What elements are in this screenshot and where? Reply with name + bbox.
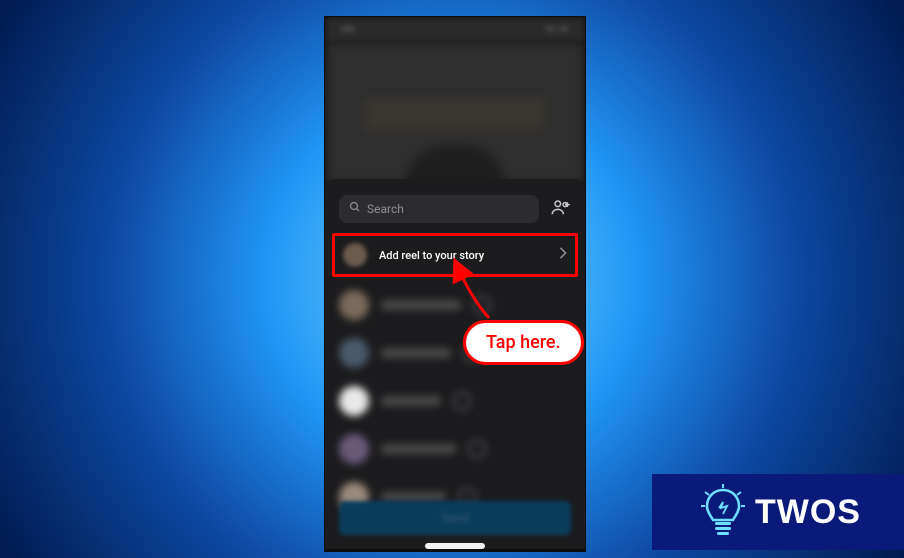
chevron-right-icon — [559, 247, 567, 263]
search-placeholder: Search — [367, 202, 404, 216]
watermark-logo: TWOS — [652, 474, 904, 550]
select-radio[interactable] — [468, 440, 486, 458]
contact-row[interactable] — [339, 377, 571, 425]
reel-preview-blurred — [325, 41, 585, 185]
add-reel-to-story-row[interactable]: Add reel to your story — [329, 233, 581, 277]
contact-name-blurred — [381, 348, 451, 358]
avatar — [339, 434, 369, 464]
avatar — [339, 338, 369, 368]
create-group-icon[interactable] — [551, 199, 571, 219]
status-indicators: •• •• — [546, 23, 569, 36]
watermark-text: TWOS — [755, 493, 861, 532]
contact-name-blurred — [381, 444, 456, 454]
avatar — [339, 386, 369, 416]
contact-name-blurred — [381, 396, 441, 406]
avatar — [339, 290, 369, 320]
send-label: Send — [442, 511, 469, 525]
callout-text: Tap here. — [486, 332, 561, 353]
status-bar: ••• •• •• — [325, 17, 585, 41]
phone-mockup: ••• •• •• Search — [324, 16, 586, 552]
search-row: Search — [325, 189, 585, 233]
status-time: ••• — [341, 23, 355, 36]
lightbulb-icon — [701, 484, 745, 540]
contact-name-blurred — [381, 300, 461, 310]
select-radio[interactable] — [453, 392, 471, 410]
send-button[interactable]: Send — [339, 501, 571, 535]
search-input[interactable]: Search — [339, 195, 539, 223]
search-icon — [349, 201, 361, 217]
contact-row[interactable] — [339, 425, 571, 473]
reel-caption-box — [365, 97, 545, 131]
home-indicator — [425, 543, 485, 549]
add-story-label: Add reel to your story — [379, 249, 547, 262]
select-radio[interactable] — [473, 296, 491, 314]
contacts-list — [325, 277, 585, 525]
tutorial-callout: Tap here. — [463, 320, 584, 365]
story-avatar — [343, 243, 367, 267]
